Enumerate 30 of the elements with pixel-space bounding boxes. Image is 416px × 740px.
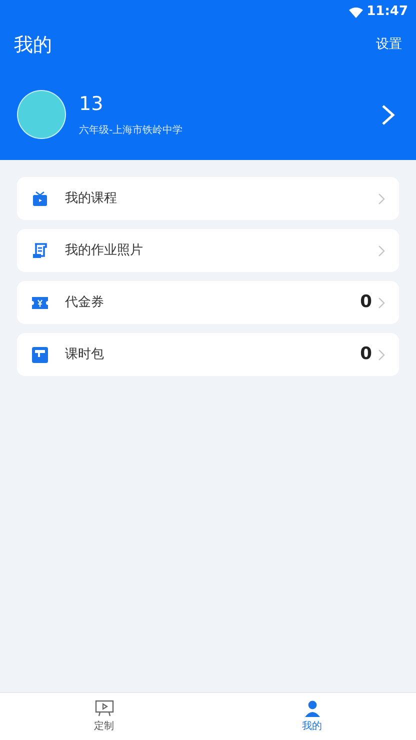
person-icon <box>302 700 322 716</box>
menu-item[interactable]: 课时包 0 <box>17 333 399 376</box>
chevron-right-icon <box>378 192 385 204</box>
school-label: 六年级-上海市铁岭中学 <box>79 124 184 138</box>
screen-icon <box>94 700 114 716</box>
count-value: 0 <box>360 342 372 366</box>
count-value: 0 <box>360 290 372 314</box>
menu-item[interactable]: 我的作业照片 <box>17 229 399 272</box>
menu-label: 我的课程 <box>65 190 118 208</box>
menu-label: 代金券 <box>65 294 105 312</box>
chevron-right-icon <box>378 296 385 308</box>
wifi-icon <box>348 6 363 18</box>
document-icon <box>32 242 48 258</box>
chevron-right-icon <box>378 348 385 360</box>
menu-item[interactable]: 我的课程 <box>17 177 399 220</box>
tab[interactable]: 定制 <box>0 693 208 740</box>
box-icon <box>32 346 48 362</box>
chevron-right-icon <box>378 244 385 256</box>
tv-icon <box>32 190 48 206</box>
menu-item[interactable]: 代金券 0 <box>17 281 399 324</box>
status-time: 11:47 <box>366 3 408 22</box>
chevron-right-icon[interactable] <box>381 104 395 126</box>
page-title: 我的 <box>14 32 52 58</box>
menu-label: 我的作业照片 <box>65 242 144 260</box>
avatar <box>17 90 66 139</box>
settings-button[interactable]: 设置 <box>376 35 402 55</box>
user-name: 13 <box>79 92 104 116</box>
ticket-icon <box>32 296 48 308</box>
tab[interactable]: 我的 <box>208 693 416 740</box>
menu-label: 课时包 <box>65 346 105 364</box>
